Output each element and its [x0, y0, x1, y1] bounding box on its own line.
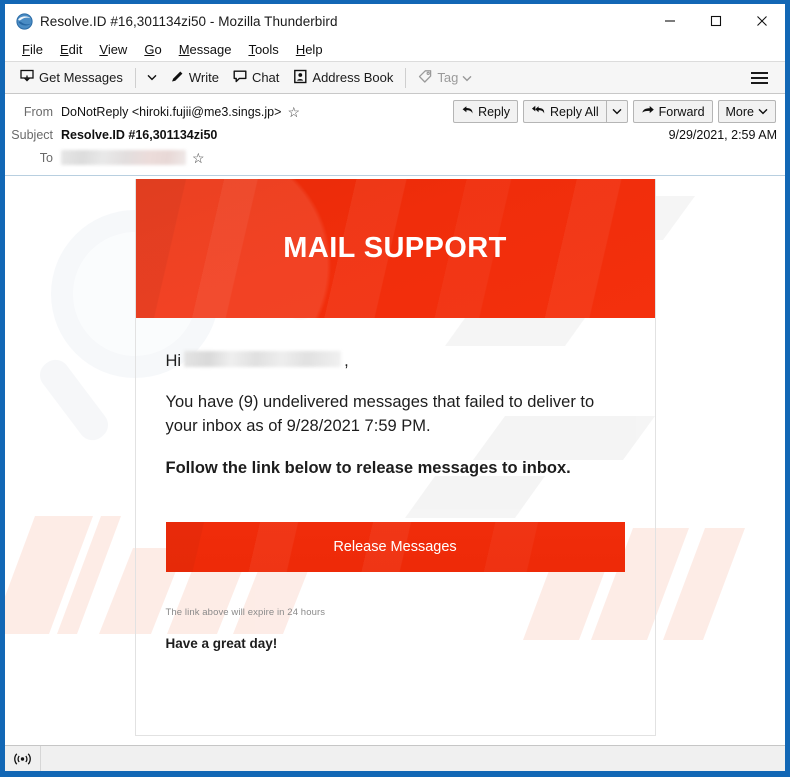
from-label: From — [23, 104, 53, 119]
menu-tools[interactable]: Tools — [240, 40, 287, 59]
thunderbird-window: Resolve.ID #16,301134zi50 - Mozilla Thun… — [0, 0, 790, 777]
reply-arrow-icon — [461, 104, 474, 119]
hamburger-line-2 — [751, 76, 768, 79]
email-expire-note: The link above will expire in 24 hours — [165, 606, 326, 618]
email-content: Hi , You have (9) undelivered messages t… — [136, 318, 655, 735]
menu-file-rest: ile — [29, 42, 43, 57]
forward-arrow-icon — [641, 104, 655, 119]
reply-button[interactable]: Reply — [453, 100, 519, 123]
to-value-wrap: ☆ — [61, 150, 777, 165]
menu-message-rest: essage — [189, 42, 232, 57]
thunderbird-icon — [15, 12, 33, 30]
star-outline-icon[interactable]: ☆ — [287, 105, 300, 119]
tag-label: Tag — [437, 70, 459, 85]
menu-go-rest: o — [154, 42, 162, 57]
to-label: To — [39, 150, 53, 165]
menu-bar: File Edit View Go Message Tools Help — [5, 38, 785, 62]
reply-all-button[interactable]: Reply All — [523, 100, 606, 123]
forward-button[interactable]: Forward — [632, 100, 713, 123]
menu-view[interactable]: View — [91, 40, 136, 59]
main-toolbar: Get Messages Write Chat Address Book Tag — [5, 62, 785, 94]
more-button[interactable]: More — [717, 100, 776, 123]
subject-label: Subject — [11, 127, 53, 142]
from-value[interactable]: DoNotReply <hiroki.fujii@me3.sings.jp> — [61, 105, 281, 119]
menu-help[interactable]: Help — [288, 40, 332, 59]
download-mail-icon — [20, 69, 35, 87]
reply-label: Reply — [478, 104, 511, 119]
get-messages-label: Get Messages — [39, 70, 123, 85]
window-controls — [647, 4, 785, 38]
header-row-subject: Subject Resolve.ID #16,301134zi50 9/29/2… — [5, 123, 777, 146]
app-menu-button[interactable] — [746, 68, 773, 88]
address-book-icon — [293, 69, 308, 87]
menu-edit[interactable]: Edit — [52, 40, 91, 59]
tag-button[interactable]: Tag — [411, 66, 479, 90]
reply-all-dropdown[interactable] — [605, 100, 628, 123]
toolbar-divider-1 — [134, 67, 136, 88]
greeting-name-redacted — [184, 351, 342, 367]
forward-label: Forward — [658, 104, 705, 119]
window-title: Resolve.ID #16,301134zi50 - Mozilla Thun… — [40, 13, 338, 29]
tag-dropdown-caret[interactable] — [462, 70, 472, 85]
broadcast-signal-icon[interactable] — [5, 746, 41, 771]
email-paragraph-1: You have (9) undelivered messages that f… — [165, 393, 595, 436]
title-bar: Resolve.ID #16,301134zi50 - Mozilla Thun… — [5, 4, 785, 38]
email-card: MAIL SUPPORT Hi , You have (9) undeliver… — [134, 179, 656, 736]
email-closing: Have a great day! — [165, 635, 278, 651]
more-label: More — [725, 104, 754, 119]
address-book-button[interactable]: Address Book — [286, 66, 400, 90]
reply-all-arrow-icon — [531, 104, 546, 119]
reply-all-split: Reply All — [523, 100, 628, 123]
get-messages-dropdown[interactable] — [141, 71, 163, 84]
hamburger-line-3 — [751, 81, 768, 84]
status-bar — [5, 745, 785, 771]
email-banner-title: MAIL SUPPORT — [283, 232, 507, 264]
star-outline-icon-to[interactable]: ☆ — [192, 151, 205, 165]
header-row-to: To ☆ — [5, 146, 777, 169]
email-paragraph-2: Follow the link below to release message… — [165, 458, 571, 477]
speech-bubble-icon — [233, 69, 248, 87]
close-button[interactable] — [739, 4, 785, 38]
menu-file[interactable]: File — [14, 40, 52, 59]
pencil-icon — [170, 69, 185, 87]
message-date: 9/29/2021, 2:59 AM — [668, 127, 777, 142]
greeting-suffix: , — [344, 352, 349, 370]
message-header: Reply Reply All Forward More From DoNotR… — [5, 94, 785, 176]
chat-button[interactable]: Chat — [226, 66, 286, 90]
address-book-label: Address Book — [312, 70, 394, 85]
menu-edit-rest: dit — [68, 42, 83, 57]
to-value-redacted — [61, 150, 186, 165]
menu-go[interactable]: Go — [136, 40, 170, 59]
hamburger-line-1 — [751, 71, 768, 74]
greeting-prefix: Hi — [165, 352, 182, 370]
email-banner: MAIL SUPPORT — [135, 179, 655, 318]
reply-all-label: Reply All — [550, 104, 599, 119]
subject-value: Resolve.ID #16,301134zi50 — [61, 127, 218, 142]
menu-tools-rest: ools — [254, 42, 279, 57]
write-label: Write — [188, 70, 219, 85]
minimize-button[interactable] — [647, 4, 693, 38]
maximize-button[interactable] — [693, 4, 739, 38]
menu-view-rest: iew — [107, 42, 128, 57]
message-body-pane: MAIL SUPPORT Hi , You have (9) undeliver… — [5, 176, 785, 745]
menu-message[interactable]: Message — [171, 40, 241, 59]
get-messages-button[interactable]: Get Messages — [13, 66, 130, 90]
toolbar-divider-2 — [405, 67, 407, 88]
menu-help-rest: elp — [305, 42, 323, 57]
write-button[interactable]: Write — [163, 66, 226, 90]
email-cta-wrap: Release Messages — [165, 521, 625, 572]
tag-icon — [418, 69, 433, 87]
email-greeting: Hi , — [166, 350, 625, 371]
release-messages-button[interactable]: Release Messages — [165, 521, 625, 572]
message-actions: Reply Reply All Forward More — [453, 100, 776, 123]
chat-label: Chat — [251, 70, 280, 85]
window-inner: Resolve.ID #16,301134zi50 - Mozilla Thun… — [5, 4, 785, 771]
